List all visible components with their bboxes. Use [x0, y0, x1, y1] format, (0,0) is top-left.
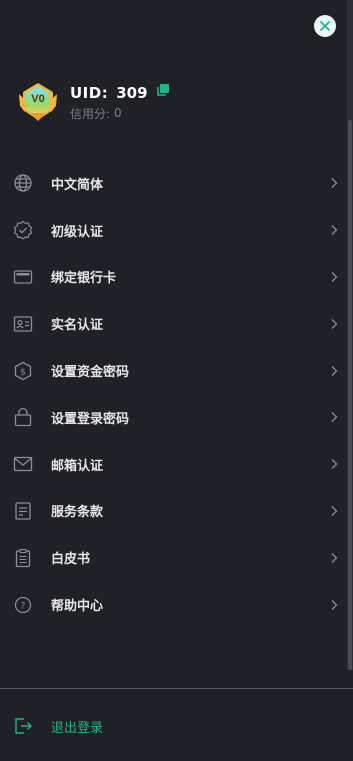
menu-item-label: 绑定银行卡 — [51, 271, 117, 287]
chevron-right-icon — [331, 552, 338, 563]
menu-item-real-name-verification[interactable]: 实名认证 — [0, 300, 347, 347]
menu-item-label: 设置资金密码 — [51, 365, 130, 381]
profile-info: UID: 309 信用分: 0 — [70, 82, 170, 122]
credit-label: 信用分: — [70, 106, 111, 121]
menu-item-label: 设置登录密码 — [51, 411, 130, 427]
menu-item-bind-bank-card[interactable]: 绑定银行卡 — [0, 254, 347, 301]
level-badge-text: V0 — [31, 93, 45, 105]
settings-menu: 中文简体 初级认证 绑定银行卡 实名认证 $ 设置资金密码 设置登录密码 邮箱认… — [0, 160, 347, 628]
chevron-right-icon — [331, 412, 338, 423]
close-icon — [320, 21, 330, 31]
lock-icon — [14, 408, 32, 427]
chevron-right-icon — [331, 318, 338, 329]
menu-item-fund-password[interactable]: $ 设置资金密码 — [0, 347, 347, 394]
scrollbar-thumb[interactable] — [348, 120, 352, 670]
globe-icon — [14, 174, 32, 193]
menu-item-label: 中文简体 — [51, 177, 104, 193]
menu-item-language[interactable]: 中文简体 — [0, 160, 347, 207]
verified-badge-icon — [13, 220, 33, 240]
logout-button[interactable]: 退出登录 — [0, 708, 353, 744]
uid-row: UID: 309 — [70, 82, 170, 104]
svg-text:$: $ — [20, 367, 26, 377]
svg-text:?: ? — [21, 601, 26, 611]
wallet-card-icon — [13, 270, 33, 284]
clipboard-icon — [15, 548, 31, 567]
dollar-shield-icon: $ — [14, 361, 32, 380]
document-icon — [15, 502, 31, 520]
credit-value: 0 — [114, 106, 122, 120]
mail-icon — [13, 457, 33, 472]
level-badge: V0 — [16, 80, 60, 124]
menu-item-label: 邮箱认证 — [51, 458, 104, 474]
divider — [0, 688, 353, 689]
chevron-right-icon — [331, 178, 338, 189]
menu-item-terms-of-service[interactable]: 服务条款 — [0, 488, 347, 535]
menu-item-basic-verification[interactable]: 初级认证 — [0, 207, 347, 254]
credit-row: 信用分: 0 — [70, 104, 170, 122]
copy-icon[interactable] — [156, 83, 170, 97]
menu-item-label: 白皮书 — [51, 552, 91, 568]
menu-item-label: 服务条款 — [51, 505, 104, 521]
menu-item-login-password[interactable]: 设置登录密码 — [0, 394, 347, 441]
menu-item-whitepaper[interactable]: 白皮书 — [0, 534, 347, 581]
menu-item-email-verification[interactable]: 邮箱认证 — [0, 441, 347, 488]
chevron-right-icon — [331, 225, 338, 236]
chevron-right-icon — [331, 272, 338, 282]
uid-label: UID: — [70, 84, 109, 102]
chevron-right-icon — [331, 506, 338, 516]
logout-label: 退出登录 — [51, 720, 104, 736]
chevron-right-icon — [331, 459, 338, 470]
scrollbar-track[interactable] — [347, 0, 353, 670]
chevron-right-icon — [331, 365, 338, 376]
side-menu-panel: V0 UID: 309 信用分: 0 中文简体 初级认证 绑定银行卡 实名认证 … — [0, 0, 353, 761]
chevron-right-icon — [331, 599, 338, 610]
uid-value: 309 — [116, 84, 148, 102]
logout-icon — [15, 718, 32, 734]
menu-item-label: 帮助中心 — [51, 599, 104, 615]
id-card-icon — [13, 316, 33, 332]
user-profile: V0 UID: 309 信用分: 0 — [16, 80, 170, 124]
menu-item-label: 实名认证 — [51, 318, 104, 334]
help-icon: ? — [14, 596, 32, 613]
menu-item-help-center[interactable]: ? 帮助中心 — [0, 581, 347, 628]
close-button[interactable] — [314, 15, 336, 37]
menu-item-label: 初级认证 — [51, 224, 104, 240]
